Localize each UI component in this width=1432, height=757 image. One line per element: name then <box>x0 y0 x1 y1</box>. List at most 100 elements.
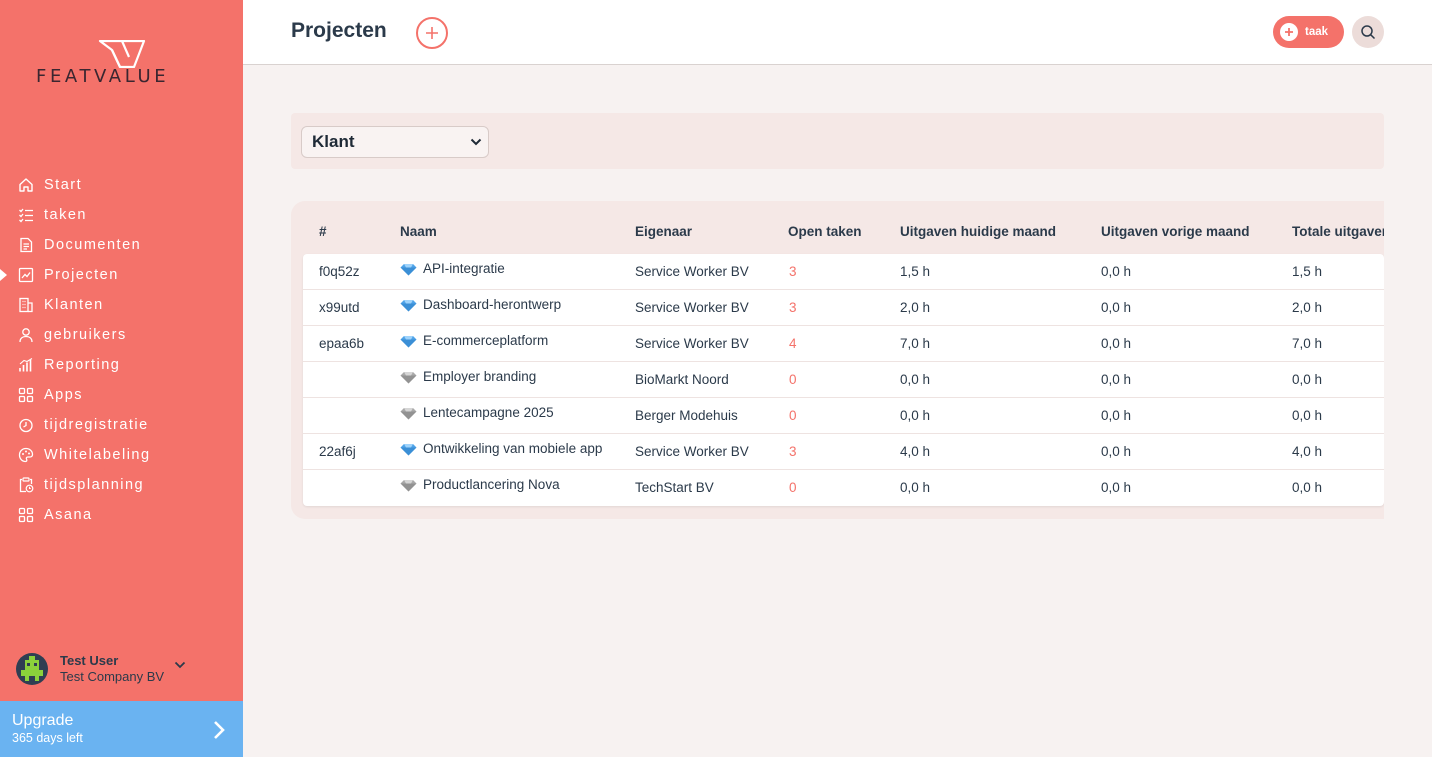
project-owner: Berger Modehuis <box>635 408 738 423</box>
spend-previous-month: 0,0 h <box>1101 372 1132 387</box>
open-tasks-count[interactable]: 0 <box>789 362 797 398</box>
add-task-button[interactable]: taak <box>1273 16 1344 48</box>
chevron-down-icon <box>174 661 186 669</box>
project-owner: Service Worker BV <box>635 264 749 279</box>
nav-item-asana[interactable]: Asana <box>0 500 243 530</box>
customer-filter-select[interactable]: Klant <box>301 126 489 158</box>
project-name: Dashboard-herontwerp <box>423 297 562 312</box>
nav-item-label: gebruikers <box>44 327 127 343</box>
nav-item-apps[interactable]: Apps <box>0 380 243 410</box>
nav-item-documenten[interactable]: Documenten <box>0 230 243 260</box>
column-header-name[interactable]: Naam <box>400 224 437 239</box>
table-row[interactable]: epaa6b E-commerceplatform Service Worker B… <box>303 326 1384 362</box>
open-tasks-count[interactable]: 4 <box>789 326 797 362</box>
top-header: Projecten taak <box>243 0 1432 65</box>
table-row[interactable]: Lentecampagne 2025 Berger Modehuis 0 0,0 h 0… <box>303 398 1384 434</box>
project-name: E-commerceplatform <box>423 333 549 348</box>
diamond-gray-icon <box>400 407 417 420</box>
column-header-open-tasks[interactable]: Open taken <box>788 224 862 239</box>
avatar <box>16 653 48 685</box>
open-tasks-count[interactable]: 3 <box>789 290 797 326</box>
apps-icon <box>17 386 35 404</box>
project-name-cell[interactable]: API-integratie <box>400 254 505 290</box>
nav-item-label: Reporting <box>44 357 121 373</box>
open-tasks-count[interactable]: 3 <box>789 254 797 290</box>
column-header-previous-month[interactable]: Uitgaven vorige maand <box>1101 224 1250 239</box>
table-row[interactable]: Productlancering Nova TechStart BV 0 0,0 h 0… <box>303 470 1384 506</box>
spend-previous-month: 0,0 h <box>1101 264 1132 279</box>
projects-table: # Naam Eigenaar Open taken Uitgaven huid… <box>291 201 1384 519</box>
project-id: x99utd <box>319 300 360 315</box>
logo-text: FEATVALUE <box>36 66 170 87</box>
nav-item-projecten[interactable]: Projecten <box>0 260 243 290</box>
nav-item-tijdsplanning[interactable]: tijdsplanning <box>0 470 243 500</box>
table-row[interactable]: Employer branding BioMarkt Noord 0 0,0 h 0,0… <box>303 362 1384 398</box>
spend-total: 2,0 h <box>1292 300 1323 315</box>
spend-previous-month: 0,0 h <box>1101 408 1132 423</box>
add-project-button[interactable] <box>416 17 448 49</box>
project-owner: Service Worker BV <box>635 336 749 351</box>
upgrade-days-left: 365 days left <box>12 731 83 745</box>
upgrade-title: Upgrade <box>12 712 74 729</box>
user-company: Test Company BV <box>60 669 165 684</box>
project-name-cell[interactable]: Ontwikkeling van mobiele app <box>400 434 602 470</box>
open-tasks-count[interactable]: 0 <box>789 398 797 434</box>
user-menu[interactable]: Test User Test Company BV <box>16 651 226 687</box>
open-tasks-count[interactable]: 0 <box>789 470 797 506</box>
project-name-cell[interactable]: Dashboard-herontwerp <box>400 290 561 326</box>
building-icon <box>17 296 35 314</box>
project-name: API-integratie <box>423 261 505 276</box>
column-header-total[interactable]: Totale uitgaven <box>1292 224 1384 239</box>
spend-total: 4,0 h <box>1292 444 1323 459</box>
document-icon <box>17 236 35 254</box>
nav-item-label: taken <box>44 207 87 223</box>
sidebar: FEATVALUE Start taken Documenten Project… <box>0 0 243 757</box>
nav-item-reporting[interactable]: Reporting <box>0 350 243 380</box>
table-row[interactable]: f0q52z API-integratie Service Worker BV 3 1,… <box>303 254 1384 290</box>
nav-item-taken[interactable]: taken <box>0 200 243 230</box>
table-body: f0q52z API-integratie Service Worker BV 3 1,… <box>303 254 1384 506</box>
open-tasks-count[interactable]: 3 <box>789 434 797 470</box>
upgrade-banner[interactable]: Upgrade 365 days left <box>0 701 243 757</box>
search-button[interactable] <box>1352 16 1384 48</box>
spend-total: 7,0 h <box>1292 336 1323 351</box>
column-header-owner[interactable]: Eigenaar <box>635 224 692 239</box>
spend-total: 0,0 h <box>1292 480 1323 495</box>
nav-item-label: Klanten <box>44 297 104 313</box>
table-row[interactable]: x99utd Dashboard-herontwerp Service Worker… <box>303 290 1384 326</box>
project-name-cell[interactable]: Productlancering Nova <box>400 470 560 506</box>
project-name-cell[interactable]: Lentecampagne 2025 <box>400 398 554 434</box>
project-name-cell[interactable]: E-commerceplatform <box>400 326 548 362</box>
column-header-current-month[interactable]: Uitgaven huidige maand <box>900 224 1056 239</box>
nav-item-start[interactable]: Start <box>0 170 243 200</box>
nav-item-gebruikers[interactable]: gebruikers <box>0 320 243 350</box>
checklist-icon <box>17 206 35 224</box>
spend-total: 0,0 h <box>1292 408 1323 423</box>
user-name: Test User <box>60 653 119 668</box>
nav-item-label: tijdsplanning <box>44 477 145 493</box>
project-name-cell[interactable]: Employer branding <box>400 362 536 398</box>
project-id: 22af6j <box>319 444 356 459</box>
diamond-blue-icon <box>400 443 417 456</box>
nav-item-label: Asana <box>44 507 93 523</box>
diamond-gray-icon <box>400 371 417 384</box>
nav-item-klanten[interactable]: Klanten <box>0 290 243 320</box>
spend-total: 0,0 h <box>1292 372 1323 387</box>
nav-item-label: Documenten <box>44 237 142 253</box>
project-id: epaa6b <box>319 336 365 351</box>
diamond-blue-icon <box>400 335 417 348</box>
featvalue-logo[interactable]: FEATVALUE <box>36 40 208 90</box>
spend-current-month: 1,5 h <box>900 264 931 279</box>
timer-icon <box>17 416 35 434</box>
project-id: f0q52z <box>319 264 360 279</box>
nav-item-label: Start <box>44 177 83 193</box>
table-row[interactable]: 22af6j Ontwikkeling van mobiele app Servic… <box>303 434 1384 470</box>
column-header-id[interactable]: # <box>319 224 327 239</box>
nav-item-whitelabeling[interactable]: Whitelabeling <box>0 440 243 470</box>
nav-item-label: Whitelabeling <box>44 447 151 463</box>
nav-item-label: Projecten <box>44 267 119 283</box>
project-name: Ontwikkeling van mobiele app <box>423 441 603 456</box>
spend-total: 1,5 h <box>1292 264 1323 279</box>
nav-item-tijdregistratie[interactable]: tijdregistratie <box>0 410 243 440</box>
diamond-blue-icon <box>400 299 417 312</box>
